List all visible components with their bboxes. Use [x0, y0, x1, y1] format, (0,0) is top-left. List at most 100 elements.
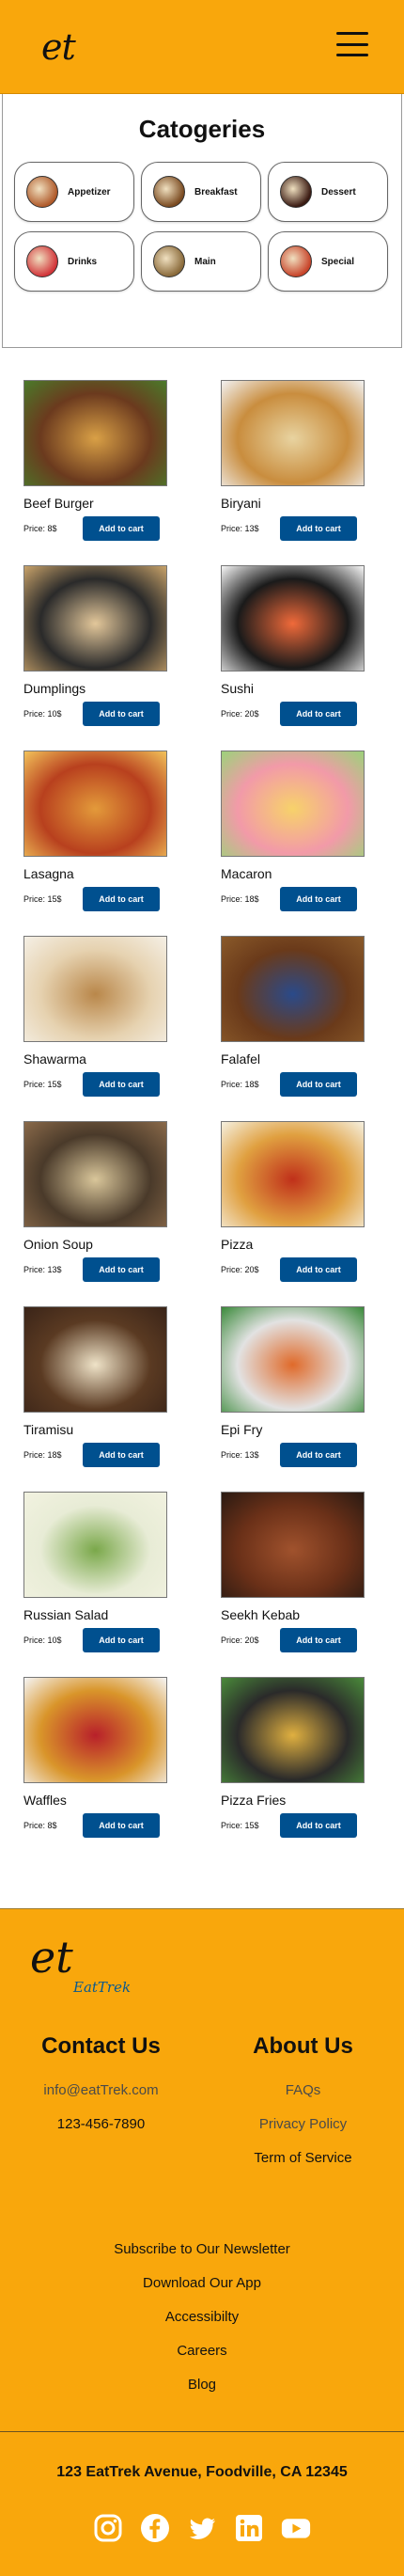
- product-actions: Price: 18$ Add to cart: [221, 1072, 404, 1097]
- category-dessert-button[interactable]: Dessert: [268, 162, 388, 222]
- about-link-privacy[interactable]: Privacy Policy: [202, 2116, 404, 2132]
- add-to-cart-button[interactable]: Add to cart: [280, 1628, 357, 1652]
- add-to-cart-button[interactable]: Add to cart: [83, 1072, 160, 1097]
- product-card: Tiramisu Price: 18$ Add to cart: [23, 1306, 211, 1492]
- product-price: Price: 20$: [221, 1265, 259, 1274]
- product-price: Price: 15$: [23, 1080, 62, 1089]
- youtube-icon[interactable]: [281, 2513, 311, 2543]
- product-price: Price: 8$: [23, 524, 57, 533]
- category-special-button[interactable]: Special: [268, 231, 388, 292]
- about-link-terms[interactable]: Term of Service: [202, 2150, 404, 2166]
- product-name: Lasagna: [23, 866, 74, 881]
- product-price: Price: 15$: [23, 894, 62, 904]
- product-name: Dumplings: [23, 681, 86, 696]
- product-price: Price: 13$: [221, 1450, 259, 1460]
- pizza-image[interactable]: [221, 1121, 365, 1227]
- add-to-cart-button[interactable]: Add to cart: [280, 887, 357, 911]
- product-card: Pizza Price: 20$ Add to cart: [221, 1121, 404, 1306]
- product-price: Price: 10$: [23, 1636, 62, 1645]
- product-price: Price: 13$: [221, 524, 259, 533]
- product-card: Macaron Price: 18$ Add to cart: [221, 751, 404, 936]
- add-to-cart-button[interactable]: Add to cart: [83, 516, 160, 541]
- product-grid: Beef Burger Price: 8$ Add to cart Biryani Pr…: [0, 348, 404, 1862]
- product-card: Shawarma Price: 15$ Add to cart: [23, 936, 211, 1121]
- appetizer-icon: [26, 176, 58, 208]
- seekh-kebab-image[interactable]: [221, 1492, 365, 1598]
- onion-soup-image[interactable]: [23, 1121, 167, 1227]
- hamburger-line: [336, 42, 368, 46]
- falafel-image[interactable]: [221, 936, 365, 1042]
- product-name: Tiramisu: [23, 1422, 74, 1437]
- logo[interactable]: et: [41, 26, 76, 68]
- footer-divider: [0, 2431, 404, 2432]
- product-card: Sushi Price: 20$ Add to cart: [221, 565, 404, 751]
- product-actions: Price: 20$ Add to cart: [221, 1257, 404, 1282]
- product-name: Shawarma: [23, 1051, 86, 1067]
- add-to-cart-button[interactable]: Add to cart: [280, 1072, 357, 1097]
- accessibility-link[interactable]: Accessibilty: [0, 2308, 404, 2342]
- add-to-cart-button[interactable]: Add to cart: [83, 702, 160, 726]
- add-to-cart-button[interactable]: Add to cart: [280, 1257, 357, 1282]
- product-name: Macaron: [221, 866, 272, 881]
- product-price: Price: 8$: [23, 1821, 57, 1830]
- categories-grid: Appetizer Breakfast Dessert Drinks Main Speci…: [3, 162, 401, 292]
- product-name: Falafel: [221, 1051, 261, 1067]
- careers-link[interactable]: Careers: [0, 2342, 404, 2376]
- burger-image[interactable]: [23, 380, 167, 486]
- add-to-cart-button[interactable]: Add to cart: [83, 1443, 160, 1467]
- newsletter-link[interactable]: Subscribe to Our Newsletter: [0, 2240, 404, 2274]
- product-actions: Price: 13$ Add to cart: [221, 1443, 404, 1467]
- tiramisu-image[interactable]: [23, 1306, 167, 1413]
- biryani-image[interactable]: [221, 380, 365, 486]
- add-to-cart-button[interactable]: Add to cart: [280, 1443, 357, 1467]
- contact-phone[interactable]: 123-456-7890: [0, 2116, 202, 2132]
- footer-logo[interactable]: et: [30, 1932, 73, 1983]
- twitter-icon[interactable]: [187, 2513, 217, 2543]
- linkedin-icon[interactable]: [234, 2513, 264, 2543]
- hamburger-line: [336, 54, 368, 56]
- instagram-icon[interactable]: [93, 2513, 123, 2543]
- category-breakfast-button[interactable]: Breakfast: [141, 162, 261, 222]
- add-to-cart-button[interactable]: Add to cart: [83, 887, 160, 911]
- russian-salad-image[interactable]: [23, 1492, 167, 1598]
- category-label: Breakfast: [194, 186, 238, 198]
- dumplings-image[interactable]: [23, 565, 167, 672]
- epi-fry-image[interactable]: [221, 1306, 365, 1413]
- category-label: Main: [194, 256, 216, 267]
- pizza-fries-image[interactable]: [221, 1677, 365, 1783]
- footer-brand-name: EatTrek: [73, 1979, 132, 1996]
- category-drinks-button[interactable]: Drinks: [14, 231, 134, 292]
- contact-us-heading: Contact Us: [41, 2033, 161, 2059]
- product-price: Price: 20$: [221, 709, 259, 719]
- category-main-button[interactable]: Main: [141, 231, 261, 292]
- sushi-image[interactable]: [221, 565, 365, 672]
- social-links: [0, 2513, 404, 2543]
- product-price: Price: 18$: [221, 894, 259, 904]
- add-to-cart-button[interactable]: Add to cart: [83, 1257, 160, 1282]
- category-appetizer-button[interactable]: Appetizer: [14, 162, 134, 222]
- category-label: Dessert: [321, 186, 356, 198]
- top-header: et: [0, 0, 404, 94]
- waffles-image[interactable]: [23, 1677, 167, 1783]
- add-to-cart-button[interactable]: Add to cart: [83, 1628, 160, 1652]
- product-price: Price: 18$: [221, 1080, 259, 1089]
- about-us-heading: About Us: [253, 2033, 353, 2059]
- product-card: Falafel Price: 18$ Add to cart: [221, 936, 404, 1121]
- contact-email-link[interactable]: info@eatTrek.com: [0, 2082, 202, 2098]
- hamburger-menu-icon[interactable]: [336, 32, 368, 56]
- dessert-icon: [280, 176, 312, 208]
- download-app-link[interactable]: Download Our App: [0, 2274, 404, 2308]
- about-link-faqs[interactable]: FAQs: [202, 2082, 404, 2098]
- facebook-icon[interactable]: [140, 2513, 170, 2543]
- macaron-image[interactable]: [221, 751, 365, 857]
- add-to-cart-button[interactable]: Add to cart: [280, 702, 357, 726]
- add-to-cart-button[interactable]: Add to cart: [280, 516, 357, 541]
- shawarma-image[interactable]: [23, 936, 167, 1042]
- add-to-cart-button[interactable]: Add to cart: [280, 1813, 357, 1838]
- product-price: Price: 15$: [221, 1821, 259, 1830]
- lasagna-image[interactable]: [23, 751, 167, 857]
- product-price: Price: 20$: [221, 1636, 259, 1645]
- blog-link[interactable]: Blog: [0, 2376, 404, 2410]
- product-name: Waffles: [23, 1793, 67, 1808]
- add-to-cart-button[interactable]: Add to cart: [83, 1813, 160, 1838]
